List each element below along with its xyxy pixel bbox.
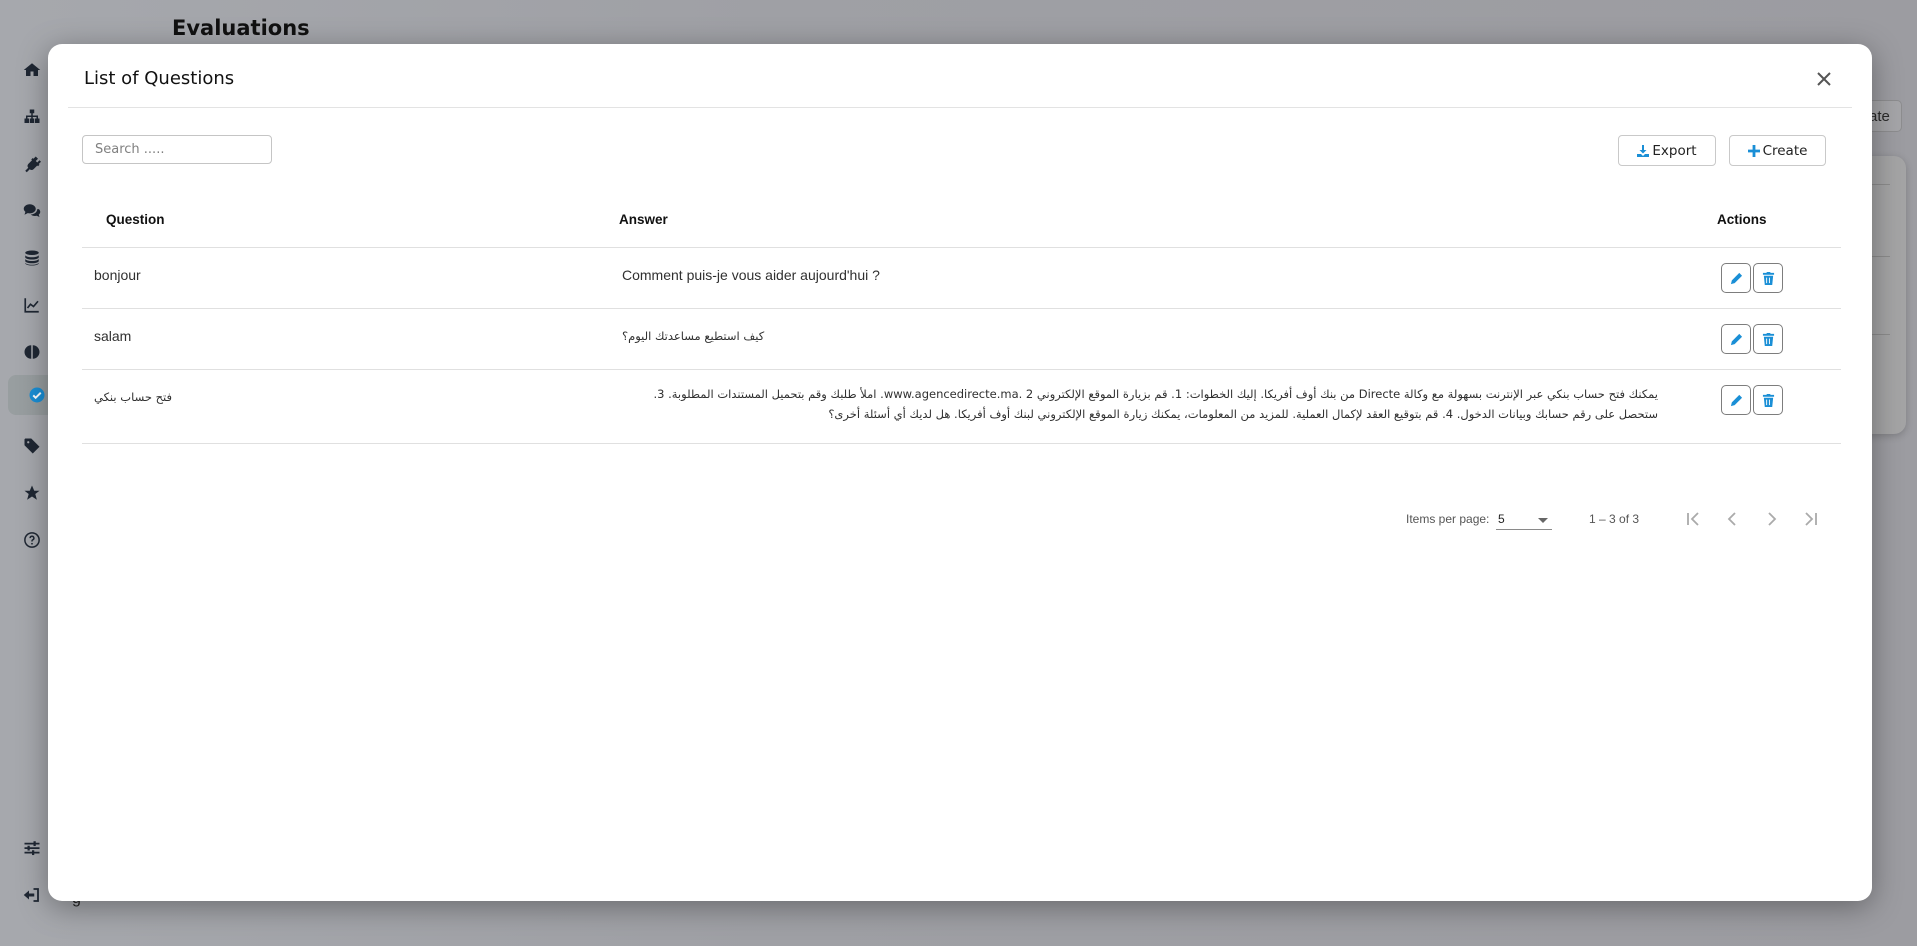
- chevron-right-icon: [1768, 512, 1777, 526]
- tag-icon: [24, 438, 40, 454]
- chevron-left-icon: [1727, 512, 1736, 526]
- column-header-answer: Answer: [619, 212, 668, 227]
- next-page-button[interactable]: [1759, 506, 1785, 532]
- toolbar: Export Create: [82, 135, 1826, 166]
- trash-icon: [1762, 271, 1774, 285]
- question-cell: salam: [94, 328, 132, 344]
- list-of-questions-modal: List of Questions Export Create Question…: [48, 44, 1872, 901]
- modal-header: List of Questions: [68, 44, 1852, 108]
- create-button[interactable]: Create: [1729, 135, 1826, 166]
- items-per-page-label: Items per page:: [1406, 512, 1490, 526]
- download-icon: [1637, 144, 1650, 157]
- last-page-button[interactable]: [1798, 506, 1824, 532]
- check-circle-icon: [29, 387, 45, 403]
- items-per-page-select[interactable]: 5: [1496, 506, 1552, 530]
- delete-button[interactable]: [1753, 324, 1783, 354]
- trash-icon: [1762, 332, 1774, 346]
- sliders-icon: [24, 841, 40, 856]
- plus-icon: [1747, 144, 1760, 157]
- page-range-label: 1 – 3 of 3: [1589, 512, 1640, 526]
- create-label: Create: [1762, 142, 1808, 159]
- row-actions: [1721, 324, 1783, 354]
- column-header-question: Question: [106, 212, 165, 227]
- export-label: Export: [1652, 142, 1697, 159]
- edit-button[interactable]: [1721, 324, 1751, 354]
- database-icon: [25, 250, 39, 266]
- question-circle-icon: [24, 532, 40, 548]
- previous-page-button[interactable]: [1719, 506, 1745, 532]
- edit-button[interactable]: [1721, 263, 1751, 293]
- sitemap-icon: [24, 109, 40, 123]
- row-actions: [1721, 263, 1783, 293]
- pencil-icon: [1730, 394, 1742, 406]
- questions-table: Question Answer Actions bonjour Comment …: [82, 194, 1841, 444]
- delete-button[interactable]: [1753, 263, 1783, 293]
- first-page-button[interactable]: [1680, 506, 1706, 532]
- pencil-icon: [1730, 333, 1742, 345]
- close-icon: [1817, 71, 1831, 86]
- question-cell: فتح حساب بنكي: [94, 390, 173, 404]
- paginator: Items per page: 5 1 – 3 of 3: [48, 504, 1872, 534]
- last-page-icon: [1805, 512, 1817, 526]
- logout-icon: [23, 888, 39, 902]
- column-header-actions: Actions: [1717, 212, 1767, 227]
- plug-icon: [25, 156, 41, 173]
- table-row: bonjour Comment puis-je vous aider aujou…: [82, 248, 1841, 309]
- answer-cell: يمكنك فتح حساب بنكي عبر الإنترنت بسهولة …: [653, 387, 1658, 421]
- close-button[interactable]: [1812, 67, 1836, 91]
- edit-button[interactable]: [1721, 385, 1751, 415]
- answer-cell: Comment puis-je vous aider aujourd'hui ?: [622, 267, 880, 283]
- row-actions: [1721, 385, 1783, 415]
- brain-icon: [24, 345, 40, 359]
- page-title: Evaluations: [172, 16, 310, 40]
- chart-line-icon: [24, 298, 39, 313]
- modal-title: List of Questions: [84, 68, 235, 89]
- table-header: Question Answer Actions: [82, 194, 1841, 248]
- table-row: فتح حساب بنكي يمكنك فتح حساب بنكي عبر ال…: [82, 370, 1841, 444]
- items-per-page-value: 5: [1498, 512, 1505, 526]
- delete-button[interactable]: [1753, 385, 1783, 415]
- first-page-icon: [1687, 512, 1699, 526]
- table-row: salam كيف استطيع مساعدتك اليوم؟: [82, 309, 1841, 370]
- export-button[interactable]: Export: [1618, 135, 1716, 166]
- comments-icon: [23, 204, 41, 217]
- answer-cell: كيف استطيع مساعدتك اليوم؟: [622, 329, 765, 343]
- search-input[interactable]: [82, 135, 272, 164]
- dropdown-caret-icon: [1538, 518, 1548, 523]
- question-cell: bonjour: [94, 267, 141, 283]
- pencil-icon: [1730, 272, 1742, 284]
- trash-icon: [1762, 393, 1774, 407]
- star-icon: [24, 485, 40, 500]
- home-icon: [23, 63, 41, 76]
